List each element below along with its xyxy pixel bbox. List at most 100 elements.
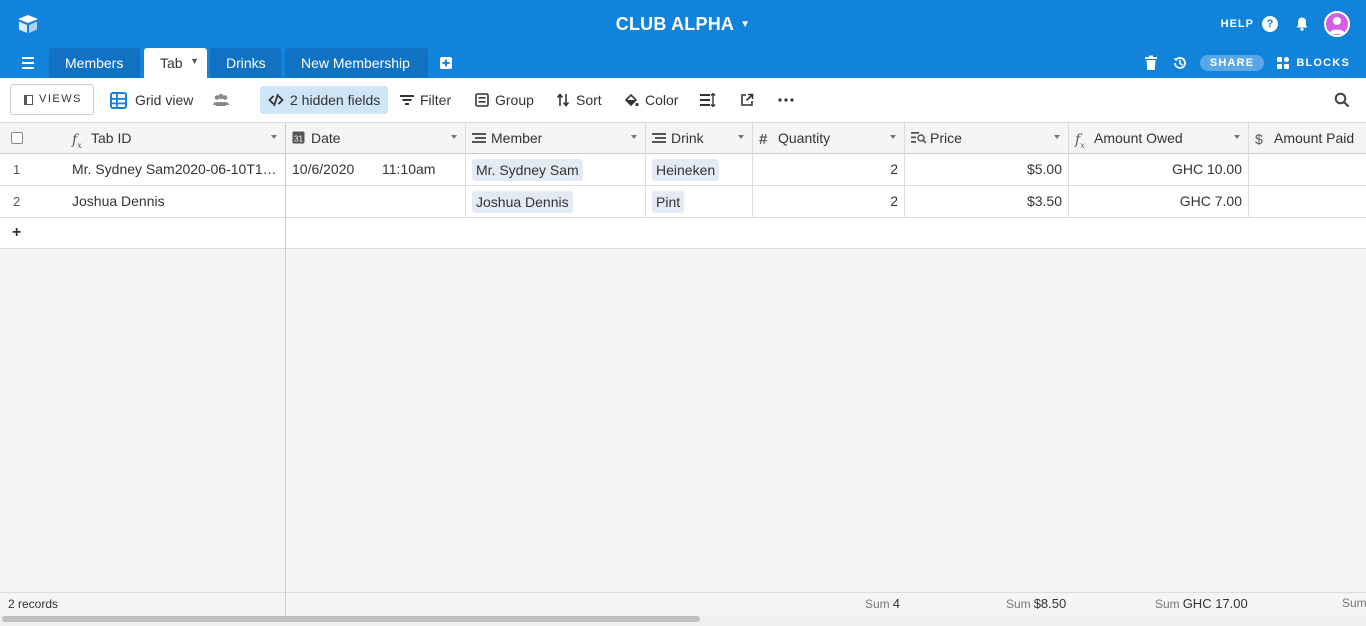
scrollbar-thumb[interactable] xyxy=(2,616,700,622)
price-summary[interactable]: Sum $8.50 xyxy=(1006,596,1066,611)
more-options-button[interactable] xyxy=(778,86,800,114)
share-view-button[interactable] xyxy=(740,86,760,114)
blocks-icon xyxy=(1277,57,1290,69)
group-button[interactable]: Group xyxy=(475,86,534,114)
quantity-summary[interactable]: Sum 4 xyxy=(865,596,900,611)
horizontal-scrollbar[interactable] xyxy=(0,616,1366,626)
svg-text:31: 31 xyxy=(294,135,303,144)
paint-bucket-icon xyxy=(624,93,639,106)
add-record-row[interactable]: + xyxy=(0,218,1366,249)
airtable-logo-icon[interactable] xyxy=(16,12,40,36)
row-number: 1 xyxy=(13,162,21,177)
app-header: CLUB ALPHA ▼ HELP ? xyxy=(0,0,1366,48)
formula-icon: fx xyxy=(1075,132,1085,150)
amount-owed-summary[interactable]: Sum GHC 17.00 xyxy=(1155,596,1248,611)
column-header-date[interactable]: 31 Date xyxy=(286,123,466,154)
cell-amount-paid[interactable] xyxy=(1249,154,1366,185)
tab-drinks[interactable]: Drinks xyxy=(210,48,281,78)
frozen-column-divider xyxy=(285,593,286,617)
plus-icon[interactable]: + xyxy=(12,225,21,241)
column-header-member[interactable]: Member xyxy=(466,123,646,154)
lookup-icon xyxy=(911,124,927,154)
collaborative-view-button[interactable] xyxy=(212,86,236,114)
group-icon xyxy=(475,93,489,107)
cell-quantity[interactable]: 2 xyxy=(753,154,905,185)
base-menu-caret-icon[interactable]: ▼ xyxy=(740,19,750,30)
cell-date[interactable]: 10/6/2020 11:10am xyxy=(286,154,466,185)
select-all-checkbox[interactable] xyxy=(11,132,23,144)
cell-amount-owed[interactable]: GHC 10.00 xyxy=(1069,154,1249,185)
help-link[interactable]: HELP xyxy=(1221,18,1254,30)
formula-icon: fx xyxy=(72,132,82,150)
column-header-drink[interactable]: Drink xyxy=(646,123,753,154)
cell-drink[interactable]: Heineken xyxy=(646,154,753,185)
cell-amount-owed[interactable]: GHC 7.00 xyxy=(1069,186,1249,217)
tab-tab[interactable]: Tab ▼ xyxy=(144,48,207,78)
cell-tab-id[interactable]: Joshua Dennis xyxy=(66,186,286,217)
column-header-tab-id[interactable]: fx Tab ID xyxy=(66,123,286,154)
more-horizontal-icon xyxy=(778,98,794,102)
cell-date[interactable] xyxy=(286,186,466,217)
sort-icon xyxy=(556,93,570,107)
user-silhouette-icon xyxy=(1329,17,1345,34)
column-menu-caret-icon[interactable] xyxy=(271,135,277,139)
cell-price[interactable]: $3.50 xyxy=(905,186,1069,217)
amount-paid-summary[interactable]: Sum xyxy=(1342,596,1366,610)
column-header-amount-paid[interactable]: $ Amount Paid xyxy=(1249,123,1366,154)
grid-view-icon xyxy=(110,91,127,109)
blocks-button[interactable]: BLOCKS xyxy=(1276,56,1350,70)
share-button[interactable]: SHARE xyxy=(1199,55,1265,71)
base-title[interactable]: CLUB ALPHA ▼ xyxy=(616,14,750,34)
notifications-bell-icon[interactable] xyxy=(1294,16,1310,32)
column-menu-caret-icon[interactable] xyxy=(738,135,744,139)
summary-bar: 2 records Sum 4 Sum $8.50 Sum GHC 17.00 Sum xyxy=(0,592,1366,617)
table-row[interactable]: 1 Mr. Sydney Sam2020-06-10T10:10:00.000Z… xyxy=(0,154,1366,186)
table-row[interactable]: 2 Joshua Dennis Joshua Dennis Pint 2 $3.… xyxy=(0,186,1366,218)
hamburger-menu-icon[interactable] xyxy=(20,56,36,70)
column-header-price[interactable]: Price xyxy=(905,123,1069,154)
column-menu-caret-icon[interactable] xyxy=(1234,135,1240,139)
cell-tab-id[interactable]: Mr. Sydney Sam2020-06-10T10:10:00.000Z xyxy=(66,154,286,185)
tab-members[interactable]: Members xyxy=(49,48,140,78)
views-button[interactable]: VIEWS xyxy=(10,84,94,115)
row-height-button[interactable] xyxy=(700,86,722,114)
cell-drink[interactable]: Pint xyxy=(646,186,753,217)
linked-record-pill[interactable]: Mr. Sydney Sam xyxy=(472,159,583,181)
cell-member[interactable]: Joshua Dennis xyxy=(466,186,646,217)
user-avatar[interactable] xyxy=(1324,11,1350,37)
linked-record-pill[interactable]: Heineken xyxy=(652,159,720,181)
column-menu-caret-icon[interactable] xyxy=(631,135,637,139)
linked-record-pill[interactable]: Joshua Dennis xyxy=(472,191,573,213)
cell-member[interactable]: Mr. Sydney Sam xyxy=(466,154,646,185)
filter-icon xyxy=(400,95,414,105)
cell-price[interactable]: $5.00 xyxy=(905,154,1069,185)
cell-quantity[interactable]: 2 xyxy=(753,186,905,217)
row-number: 2 xyxy=(13,194,21,209)
column-menu-caret-icon[interactable] xyxy=(451,135,457,139)
external-link-icon xyxy=(741,93,754,106)
hidden-fields-button[interactable]: 2 hidden fields xyxy=(260,86,389,114)
grid-view-switcher[interactable]: Grid view xyxy=(110,86,193,114)
filter-button[interactable]: Filter xyxy=(400,86,451,114)
linked-record-pill[interactable]: Pint xyxy=(652,191,685,213)
column-header-row: fx Tab ID 31 Date Member Drink # Quantity P… xyxy=(0,123,1366,154)
linked-record-icon xyxy=(652,124,668,154)
time-value: 11:10am xyxy=(382,161,436,177)
frozen-column-divider xyxy=(285,123,286,592)
cell-amount-paid[interactable] xyxy=(1249,186,1366,217)
column-header-amount-owed[interactable]: fx Amount Owed xyxy=(1069,123,1249,154)
tab-options-caret-icon[interactable]: ▼ xyxy=(190,46,199,76)
trash-icon[interactable] xyxy=(1144,55,1158,71)
views-sidebar-icon xyxy=(24,95,33,105)
revision-history-icon[interactable] xyxy=(1172,55,1188,71)
column-header-quantity[interactable]: # Quantity xyxy=(753,123,905,154)
column-menu-caret-icon[interactable] xyxy=(890,135,896,139)
sort-button[interactable]: Sort xyxy=(556,86,602,114)
add-table-icon[interactable] xyxy=(438,55,454,71)
tab-new-membership[interactable]: New Membership xyxy=(285,48,428,78)
help-icon[interactable]: ? xyxy=(1262,16,1278,32)
color-button[interactable]: Color xyxy=(624,86,678,114)
search-icon[interactable] xyxy=(1334,92,1350,108)
column-menu-caret-icon[interactable] xyxy=(1054,135,1060,139)
people-icon xyxy=(213,93,229,106)
